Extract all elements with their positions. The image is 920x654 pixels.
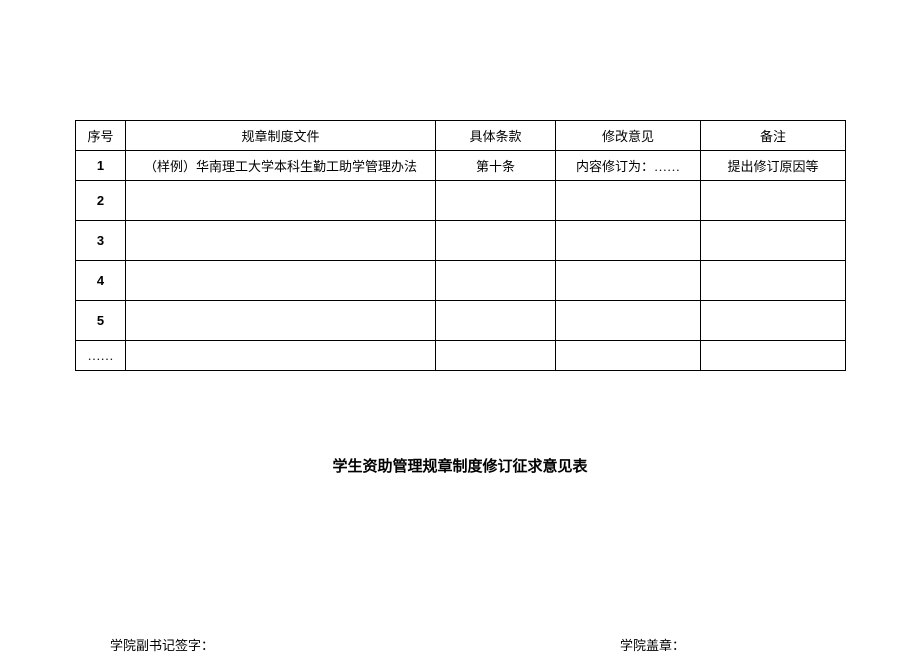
- cell-opinion: [556, 221, 701, 261]
- cell-clause: [436, 341, 556, 371]
- cell-clause: [436, 301, 556, 341]
- cell-seq: ……: [76, 341, 126, 371]
- cell-seq: 4: [76, 261, 126, 301]
- cell-opinion: 内容修订为：……: [556, 151, 701, 181]
- header-seq: 序号: [76, 121, 126, 151]
- cell-clause: [436, 181, 556, 221]
- table-row: 2: [76, 181, 846, 221]
- cell-doc: [126, 341, 436, 371]
- cell-doc: [126, 181, 436, 221]
- cell-opinion: [556, 181, 701, 221]
- cell-opinion: [556, 301, 701, 341]
- header-remark: 备注: [701, 121, 846, 151]
- header-clause: 具体条款: [436, 121, 556, 151]
- cell-seq: 5: [76, 301, 126, 341]
- cell-seq: 1: [76, 151, 126, 181]
- header-doc: 规章制度文件: [126, 121, 436, 151]
- cell-seq: 2: [76, 181, 126, 221]
- form-title: 学生资助管理规章制度修订征求意见表: [0, 455, 920, 476]
- signature-deputy-secretary: 学院副书记签字：: [110, 635, 214, 654]
- cell-doc: [126, 301, 436, 341]
- table-row: 1 （样例）华南理工大学本科生勤工助学管理办法 第十条 内容修订为：…… 提出修…: [76, 151, 846, 181]
- cell-opinion: [556, 261, 701, 301]
- cell-clause: [436, 221, 556, 261]
- cell-doc: （样例）华南理工大学本科生勤工助学管理办法: [126, 151, 436, 181]
- signature-college-seal: 学院盖章：: [620, 635, 685, 654]
- cell-clause: [436, 261, 556, 301]
- table-row: 3: [76, 221, 846, 261]
- table-row: 4: [76, 261, 846, 301]
- cell-doc: [126, 261, 436, 301]
- cell-remark: 提出修订原因等: [701, 151, 846, 181]
- cell-opinion: [556, 341, 701, 371]
- table-header-row: 序号 规章制度文件 具体条款 修改意见 备注: [76, 121, 846, 151]
- cell-remark: [701, 341, 846, 371]
- header-opinion: 修改意见: [556, 121, 701, 151]
- cell-seq: 3: [76, 221, 126, 261]
- cell-remark: [701, 221, 846, 261]
- feedback-table: 序号 规章制度文件 具体条款 修改意见 备注 1 （样例）华南理工大学本科生勤工…: [75, 120, 846, 371]
- cell-remark: [701, 181, 846, 221]
- cell-remark: [701, 261, 846, 301]
- cell-clause: 第十条: [436, 151, 556, 181]
- table-row: 5: [76, 301, 846, 341]
- cell-remark: [701, 301, 846, 341]
- cell-doc: [126, 221, 436, 261]
- table-row: ……: [76, 341, 846, 371]
- feedback-table-container: 序号 规章制度文件 具体条款 修改意见 备注 1 （样例）华南理工大学本科生勤工…: [75, 120, 845, 371]
